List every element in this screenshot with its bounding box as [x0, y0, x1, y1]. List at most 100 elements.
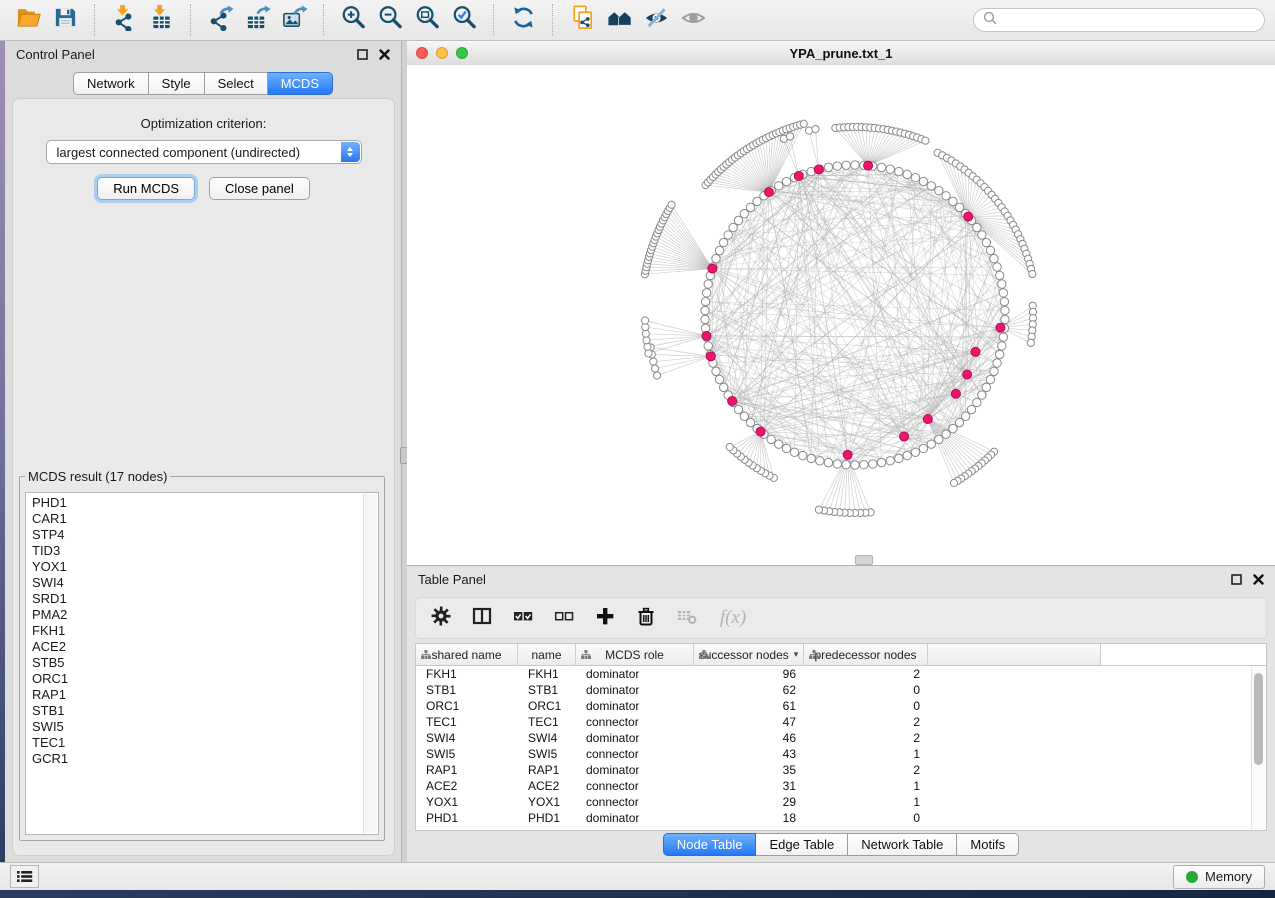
- import-network-button[interactable]: [106, 2, 143, 38]
- mcds-result-item[interactable]: SWI5: [32, 719, 364, 735]
- settings-button[interactable]: [429, 606, 453, 630]
- search-input[interactable]: [1003, 12, 1255, 29]
- column-header-successor-nodes[interactable]: successor nodes▾: [694, 644, 804, 666]
- column-header-shared-name[interactable]: shared name: [416, 644, 518, 666]
- column-header-MCDS-role[interactable]: MCDS role: [576, 644, 694, 666]
- network-titlebar[interactable]: YPA_prune.txt_1: [407, 41, 1275, 66]
- mcds-result-item[interactable]: STB1: [32, 703, 364, 719]
- table-row[interactable]: SWI4SWI4dominator462: [416, 730, 1266, 746]
- column-header-name[interactable]: name: [518, 644, 576, 666]
- mcds-result-item[interactable]: CAR1: [32, 511, 364, 527]
- mcds-result-item[interactable]: SRD1: [32, 591, 364, 607]
- tab-node-table[interactable]: Node Table: [663, 833, 757, 856]
- cell-successor-nodes: 18: [694, 811, 804, 825]
- mcds-result-group: MCDS result (17 nodes) PHD1CAR1STP4TID3Y…: [19, 469, 385, 841]
- memory-button[interactable]: Memory: [1173, 865, 1265, 889]
- cell-predecessor-nodes: 1: [804, 779, 928, 793]
- window-zoom-light[interactable]: [456, 47, 468, 59]
- mcds-result-item[interactable]: STB5: [32, 655, 364, 671]
- search-box[interactable]: [973, 8, 1265, 32]
- table-row[interactable]: STB1STB1dominator620: [416, 682, 1266, 698]
- cell-predecessor-nodes: 0: [804, 811, 928, 825]
- window-minimize-light[interactable]: [436, 47, 448, 59]
- column-type-icon: [421, 650, 431, 659]
- deselect-all-button[interactable]: [552, 606, 576, 630]
- mcds-result-item[interactable]: SWI4: [32, 575, 364, 591]
- tab-edge-table[interactable]: Edge Table: [756, 833, 848, 856]
- column-type-icon: [809, 650, 819, 659]
- mcds-result-item[interactable]: TEC1: [32, 735, 364, 751]
- table-row[interactable]: PHD1PHD1dominator180: [416, 810, 1266, 826]
- export-table-button[interactable]: [239, 2, 276, 38]
- mcds-result-item[interactable]: FKH1: [32, 623, 364, 639]
- first-neighbors-icon: [606, 4, 633, 36]
- zoom-fit-button[interactable]: [409, 2, 446, 38]
- table-row[interactable]: TEC1TEC1connector472: [416, 714, 1266, 730]
- table-scrollbar[interactable]: [1251, 667, 1265, 829]
- table-row[interactable]: YOX1YOX1connector291: [416, 794, 1266, 810]
- mcds-result-item[interactable]: ORC1: [32, 671, 364, 687]
- first-neighbors-button[interactable]: [601, 2, 638, 38]
- close-panel-icon[interactable]: [1253, 574, 1264, 585]
- add-row-button[interactable]: [593, 606, 617, 630]
- mcds-result-item[interactable]: STP4: [32, 527, 364, 543]
- float-panel-icon[interactable]: [1231, 574, 1242, 585]
- tab-network-table[interactable]: Network Table: [848, 833, 957, 856]
- tab-motifs[interactable]: Motifs: [957, 833, 1019, 856]
- cell-MCDS-role: connector: [576, 779, 694, 793]
- column-type-icon: [699, 650, 709, 659]
- mcds-result-title: MCDS result (17 nodes): [25, 469, 170, 484]
- mcds-result-item[interactable]: PMA2: [32, 607, 364, 623]
- network-canvas[interactable]: [407, 65, 1275, 565]
- save-session-button[interactable]: [47, 2, 84, 38]
- status-menu-button[interactable]: [10, 865, 39, 888]
- select-all-button[interactable]: [511, 606, 535, 630]
- tab-style[interactable]: Style: [149, 72, 205, 95]
- mcds-result-item[interactable]: ACE2: [32, 639, 364, 655]
- table-row[interactable]: FKH1FKH1dominator962: [416, 666, 1266, 682]
- export-image-button[interactable]: [276, 2, 313, 38]
- memory-status-icon: [1186, 871, 1198, 883]
- tab-mcds[interactable]: MCDS: [268, 72, 333, 95]
- criterion-select[interactable]: largest connected component (undirected): [46, 140, 362, 164]
- cell-name: TEC1: [518, 715, 576, 729]
- cell-shared-name: PHD1: [416, 811, 518, 825]
- cell-MCDS-role: connector: [576, 747, 694, 761]
- zoom-in-button[interactable]: [335, 2, 372, 38]
- close-panel-icon[interactable]: [379, 49, 390, 60]
- zoom-out-button[interactable]: [372, 2, 409, 38]
- column-header-predecessor-nodes[interactable]: predecessor nodes: [804, 644, 928, 666]
- table-row[interactable]: ACE2ACE2connector311: [416, 778, 1266, 794]
- close-panel-button[interactable]: Close panel: [209, 177, 310, 200]
- zoom-selected-button[interactable]: [446, 2, 483, 38]
- network-from-selection-button[interactable]: [564, 2, 601, 38]
- run-mcds-button[interactable]: Run MCDS: [97, 177, 195, 200]
- table-row[interactable]: RAP1RAP1dominator352: [416, 762, 1266, 778]
- table-row[interactable]: SWI5SWI5connector431: [416, 746, 1266, 762]
- mcds-list-scrollbar[interactable]: [363, 494, 377, 833]
- table-row[interactable]: ORC1ORC1dominator610: [416, 698, 1266, 714]
- columns-button[interactable]: [470, 606, 494, 630]
- refresh-layout-button[interactable]: [505, 2, 542, 38]
- float-panel-icon[interactable]: [357, 49, 368, 60]
- mcds-result-item[interactable]: PHD1: [32, 495, 364, 511]
- delete-row-button[interactable]: [634, 606, 658, 630]
- mcds-panel: Optimization criterion: largest connecte…: [12, 98, 395, 856]
- scrollbar-thumb[interactable]: [1254, 673, 1263, 765]
- criterion-value: largest connected component (undirected): [57, 145, 301, 160]
- tab-network[interactable]: Network: [73, 72, 149, 95]
- window-close-light[interactable]: [416, 47, 428, 59]
- export-network-button[interactable]: [202, 2, 239, 38]
- tab-select[interactable]: Select: [205, 72, 268, 95]
- cell-successor-nodes: 47: [694, 715, 804, 729]
- mcds-result-item[interactable]: RAP1: [32, 687, 364, 703]
- cell-name: RAP1: [518, 763, 576, 777]
- horizontal-splitter-grip[interactable]: [855, 555, 873, 565]
- mcds-result-item[interactable]: TID3: [32, 543, 364, 559]
- hide-selected-button[interactable]: [638, 2, 675, 38]
- import-table-button[interactable]: [143, 2, 180, 38]
- mcds-result-item[interactable]: YOX1: [32, 559, 364, 575]
- open-file-button[interactable]: [10, 2, 47, 38]
- cell-shared-name: TEC1: [416, 715, 518, 729]
- mcds-result-item[interactable]: GCR1: [32, 751, 364, 767]
